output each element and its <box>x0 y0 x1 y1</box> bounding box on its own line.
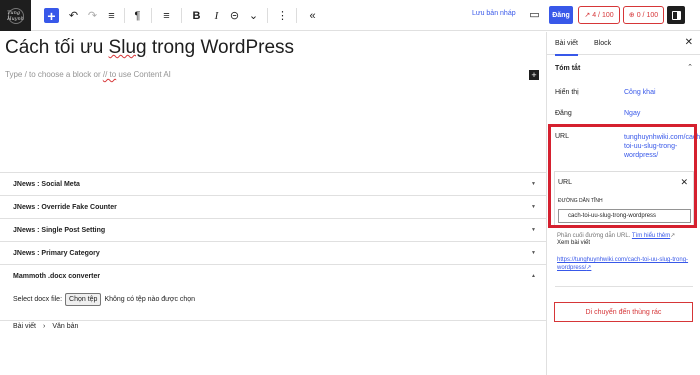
settings-sidebar: Bài viết Block ✕ Tóm tắt ⌃ Hiển thị Công… <box>546 32 700 375</box>
placeholder-text: use Content AI <box>116 70 171 79</box>
sidebar-divider <box>555 286 693 287</box>
document-outline-icon[interactable]: ≡ <box>104 7 119 24</box>
toolbar-divider <box>124 8 125 23</box>
readability-score-button[interactable]: ⊕ 0 / 100 <box>623 6 664 24</box>
popover-title: URL <box>558 179 573 186</box>
caret-up-icon: ▲ <box>531 273 536 279</box>
permalink-input[interactable]: cach-toi-uu-slug-trong-wordpress <box>558 209 691 223</box>
toolbar-divider <box>267 8 268 23</box>
url-value[interactable]: tunghuynhwiki.com/cach-toi-uu-slug-trong… <box>624 133 700 160</box>
metabox-title: JNews : Override Fake Counter <box>13 203 117 211</box>
help-text: Phần cuối đường dẫn URL. <box>557 233 631 239</box>
chevron-up-icon[interactable]: ⌃ <box>687 63 693 71</box>
add-block-button[interactable]: + <box>44 8 59 24</box>
metabox-fake-counter[interactable]: JNews : Override Fake Counter ▼ <box>0 195 546 218</box>
site-logo-icon: Tung Huynh <box>7 7 24 24</box>
caret-down-icon: ▼ <box>531 204 536 210</box>
choose-file-button[interactable]: Chọn tệp <box>65 293 102 306</box>
view-post-label: Xem bài viết <box>557 240 591 246</box>
italic-button[interactable]: I <box>209 7 224 24</box>
toolbar-divider <box>151 8 152 23</box>
move-to-trash-button[interactable]: Di chuyển đến thùng rác <box>554 302 693 322</box>
footer-divider <box>0 320 546 321</box>
view-post-link[interactable]: https://tunghuynhwiki.com/cach-toi-uu-sl… <box>557 256 697 272</box>
caret-down-icon: ▼ <box>531 227 536 233</box>
block-options-icon[interactable]: ⋮ <box>275 7 290 24</box>
seo-chart-icon: ↗ <box>584 12 591 19</box>
view-post-url: https://tunghuynhwiki.com/cach-toi-uu-sl… <box>557 257 689 271</box>
caret-down-icon: ▼ <box>531 181 536 187</box>
link-icon[interactable]: ⊝ <box>227 7 242 24</box>
external-link-icon: ↗ <box>670 233 676 239</box>
close-icon[interactable]: ✕ <box>680 177 688 188</box>
sidebar-tabs: Bài viết Block ✕ <box>547 32 700 56</box>
tab-block[interactable]: Block <box>594 40 611 47</box>
redo-icon[interactable]: ↷ <box>85 7 100 24</box>
inline-add-block-button[interactable]: + <box>529 70 539 80</box>
metabox-social-meta[interactable]: JNews : Social Meta ▼ <box>0 172 546 195</box>
toolbar-divider <box>296 8 297 23</box>
save-draft-button[interactable]: Lưu bản nháp <box>472 10 516 17</box>
url-label: URL <box>555 133 570 140</box>
block-placeholder[interactable]: Type / to choose a block or // to use Co… <box>5 70 171 79</box>
caret-down-icon: ▼ <box>531 250 536 256</box>
external-link-icon: ↗ <box>586 265 592 271</box>
metabox-title: JNews : Single Post Setting <box>13 226 106 234</box>
close-icon[interactable]: ✕ <box>685 37 693 48</box>
learn-more-link[interactable]: Tìm hiểu thêm <box>632 233 670 239</box>
site-logo-button[interactable]: Tung Huynh <box>0 0 31 31</box>
post-title-text: trong WordPress <box>146 37 295 58</box>
visibility-value[interactable]: Công khai <box>624 89 656 96</box>
more-formats-icon[interactable]: ⌄ <box>246 7 261 24</box>
seo-score-value: 4 / 100 <box>592 11 614 19</box>
docx-file-label: Select docx file: <box>13 296 63 303</box>
readability-score-value: 0 / 100 <box>636 11 659 19</box>
visibility-label: Hiển thị <box>555 89 579 96</box>
settings-panel-toggle[interactable] <box>667 6 685 24</box>
breadcrumb-paragraph[interactable]: Văn bản <box>52 323 78 330</box>
toolbar-divider <box>181 8 182 23</box>
site-logo-text: Tung Huynh <box>7 9 24 22</box>
permalink-label: ĐƯỜNG DẪN TĨNH <box>558 198 603 204</box>
post-title[interactable]: Cách tối ưu Slug trong WordPress <box>5 37 294 59</box>
metabox-title: JNews : Primary Category <box>13 249 100 257</box>
publish-button[interactable]: Đăng <box>549 6 573 24</box>
collapse-toolbar-icon[interactable]: « <box>305 7 320 24</box>
undo-icon[interactable]: ↶ <box>66 7 81 24</box>
bold-button[interactable]: B <box>189 7 204 24</box>
preview-icon[interactable]: ▭ <box>527 6 542 23</box>
chevron-right-icon: › <box>42 323 46 330</box>
publish-date-value[interactable]: Ngay <box>624 110 640 117</box>
permalink-help: Phần cuối đường dẫn URL. Tìm hiểu thêm↗ <box>557 232 697 240</box>
file-status-text: Không có tệp nào được chọn <box>104 296 196 303</box>
globe-icon: ⊕ <box>628 12 635 19</box>
seo-score-button[interactable]: ↗ 4 / 100 <box>578 6 620 24</box>
align-icon[interactable]: ≡ <box>159 7 174 24</box>
metabox-single-post-setting[interactable]: JNews : Single Post Setting ▼ <box>0 218 546 241</box>
url-popover: URL ✕ ĐƯỜNG DẪN TĨNH cach-toi-uu-slug-tr… <box>554 171 694 228</box>
post-title-text: Cách tối ưu <box>5 37 109 58</box>
tab-post[interactable]: Bài viết <box>555 40 578 56</box>
metabox-title: JNews : Social Meta <box>13 180 80 188</box>
placeholder-text: Type / to choose a block or <box>5 70 103 79</box>
breadcrumb-post[interactable]: Bài viết <box>13 323 36 330</box>
sidebar-toggle-icon <box>671 10 681 20</box>
post-title-misspelled: Slug <box>108 37 147 58</box>
metabox-primary-category[interactable]: JNews : Primary Category ▼ <box>0 241 546 264</box>
breadcrumb: Bài viết › Văn bản <box>13 321 78 332</box>
meta-boxes: JNews : Social Meta ▼ JNews : Override Fa… <box>0 172 546 306</box>
docx-upload-row: Select docx file: Chọn tệp Không có tệp … <box>13 293 195 306</box>
placeholder-misspelled: // to <box>102 70 117 79</box>
paragraph-icon[interactable]: ¶ <box>130 7 145 24</box>
editor-toolbar: Tung Huynh + ↶ ↷ ≡ ¶ ≡ B I ⊝ ⌄ ⋮ « Lưu b… <box>0 0 700 31</box>
metabox-title: Mammoth .docx converter <box>13 272 101 280</box>
metabox-docx-converter[interactable]: Mammoth .docx converter ▲ <box>0 264 546 287</box>
summary-heading[interactable]: Tóm tắt <box>555 65 580 72</box>
publish-label: Đăng <box>555 110 572 117</box>
